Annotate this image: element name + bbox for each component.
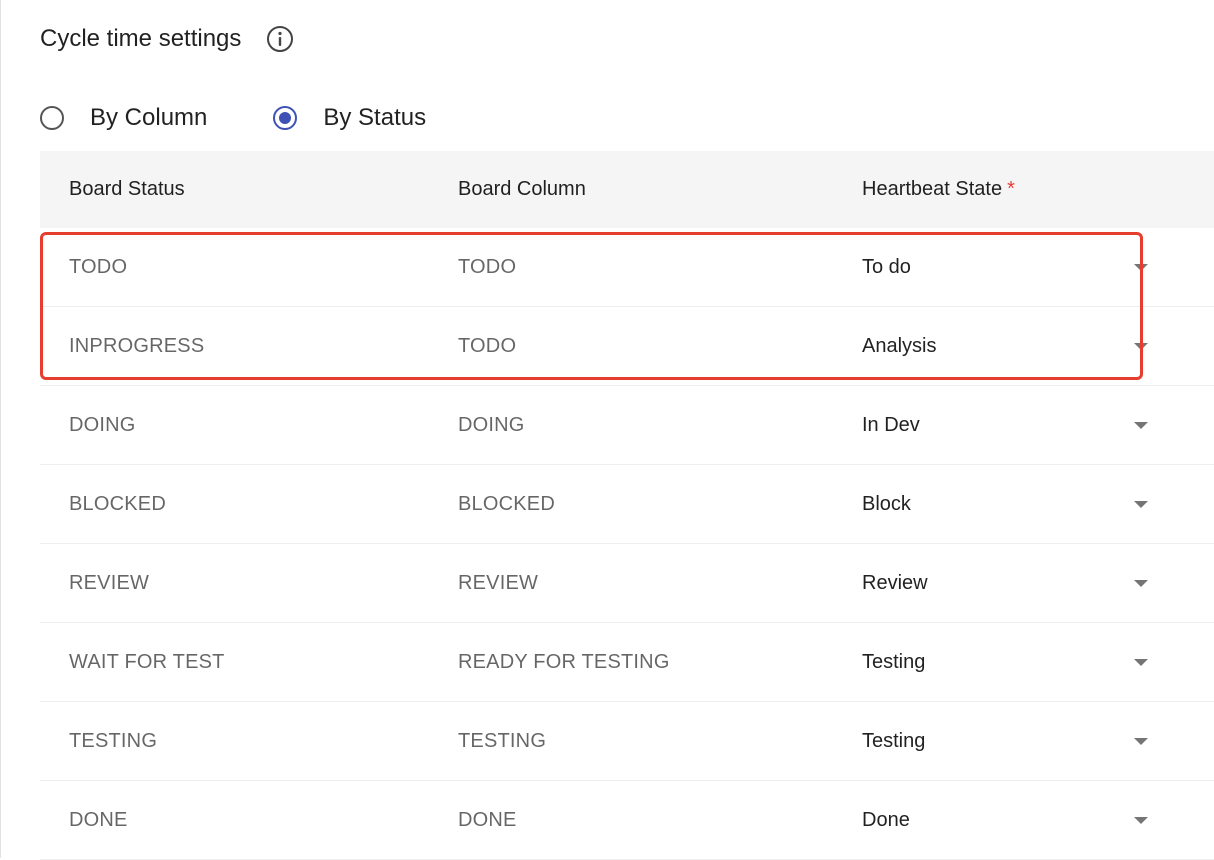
board-status-cell: BLOCKED: [69, 492, 166, 515]
board-status-cell: REVIEW: [69, 571, 150, 594]
heartbeat-state-select[interactable]: In Dev: [862, 414, 920, 437]
table-header-row: Board Status Board Column Heartbeat Stat…: [40, 151, 1214, 228]
page-title: Cycle time settings: [40, 25, 242, 52]
radio-by-status[interactable]: By Status: [273, 104, 426, 132]
dropdown-arrow-icon[interactable]: [1134, 501, 1148, 508]
info-circle-icon[interactable]: [265, 24, 295, 54]
section-header: Cycle time settings: [40, 22, 295, 56]
board-status-cell: INPROGRESS: [69, 334, 205, 357]
table-row: INPROGRESS TODO Analysis: [40, 307, 1214, 386]
required-asterisk: *: [1007, 178, 1015, 200]
heartbeat-state-select[interactable]: Review: [862, 572, 928, 595]
board-column-cell: READY FOR TESTING: [458, 650, 670, 673]
status-mapping-table: Board Status Board Column Heartbeat Stat…: [40, 151, 1214, 860]
dropdown-arrow-icon[interactable]: [1134, 817, 1148, 824]
heartbeat-state-select[interactable]: To do: [862, 256, 911, 279]
table-row: WAIT FOR TEST READY FOR TESTING Testing: [40, 623, 1214, 702]
page-left-border: [0, 0, 1, 858]
dropdown-arrow-icon[interactable]: [1134, 659, 1148, 666]
table-row: TODO TODO To do: [40, 228, 1214, 307]
radio-unchecked-icon[interactable]: [40, 106, 64, 130]
board-column-cell: DOING: [458, 413, 525, 436]
table-row: DOING DOING In Dev: [40, 386, 1214, 465]
table-row: TESTING TESTING Testing: [40, 702, 1214, 781]
heartbeat-state-select[interactable]: Done: [862, 809, 910, 832]
table-row: BLOCKED BLOCKED Block: [40, 465, 1214, 544]
dropdown-arrow-icon[interactable]: [1134, 422, 1148, 429]
cycle-time-mode-radio-group: By Column By Status: [40, 100, 426, 136]
radio-label: By Status: [323, 104, 427, 131]
board-status-cell: DONE: [69, 808, 128, 831]
board-status-cell: WAIT FOR TEST: [69, 650, 225, 673]
heartbeat-state-select[interactable]: Testing: [862, 651, 925, 674]
table-row: DONE DONE Done: [40, 781, 1214, 860]
dropdown-arrow-icon[interactable]: [1134, 738, 1148, 745]
board-status-cell: TESTING: [69, 729, 158, 752]
dropdown-arrow-icon[interactable]: [1134, 264, 1148, 271]
table-row: REVIEW REVIEW Review: [40, 544, 1214, 623]
heartbeat-state-select[interactable]: Testing: [862, 730, 925, 753]
header-board-column: Board Column: [458, 178, 586, 200]
dropdown-arrow-icon[interactable]: [1134, 343, 1148, 350]
board-column-cell: REVIEW: [458, 571, 539, 594]
heartbeat-state-select[interactable]: Block: [862, 493, 911, 516]
board-status-cell: TODO: [69, 255, 128, 278]
header-heartbeat-state: Heartbeat State *: [862, 178, 1015, 200]
radio-checked-icon[interactable]: [273, 106, 298, 130]
radio-label: By Column: [90, 104, 208, 131]
board-column-cell: TESTING: [458, 729, 547, 752]
board-column-cell: TODO: [458, 255, 517, 278]
dropdown-arrow-icon[interactable]: [1134, 580, 1148, 587]
board-column-cell: BLOCKED: [458, 492, 555, 515]
header-board-status: Board Status: [69, 178, 185, 200]
heartbeat-state-select[interactable]: Analysis: [862, 335, 936, 358]
board-status-cell: DOING: [69, 413, 136, 436]
radio-by-column[interactable]: By Column: [40, 104, 207, 132]
board-column-cell: DONE: [458, 808, 517, 831]
board-column-cell: TODO: [458, 334, 517, 357]
